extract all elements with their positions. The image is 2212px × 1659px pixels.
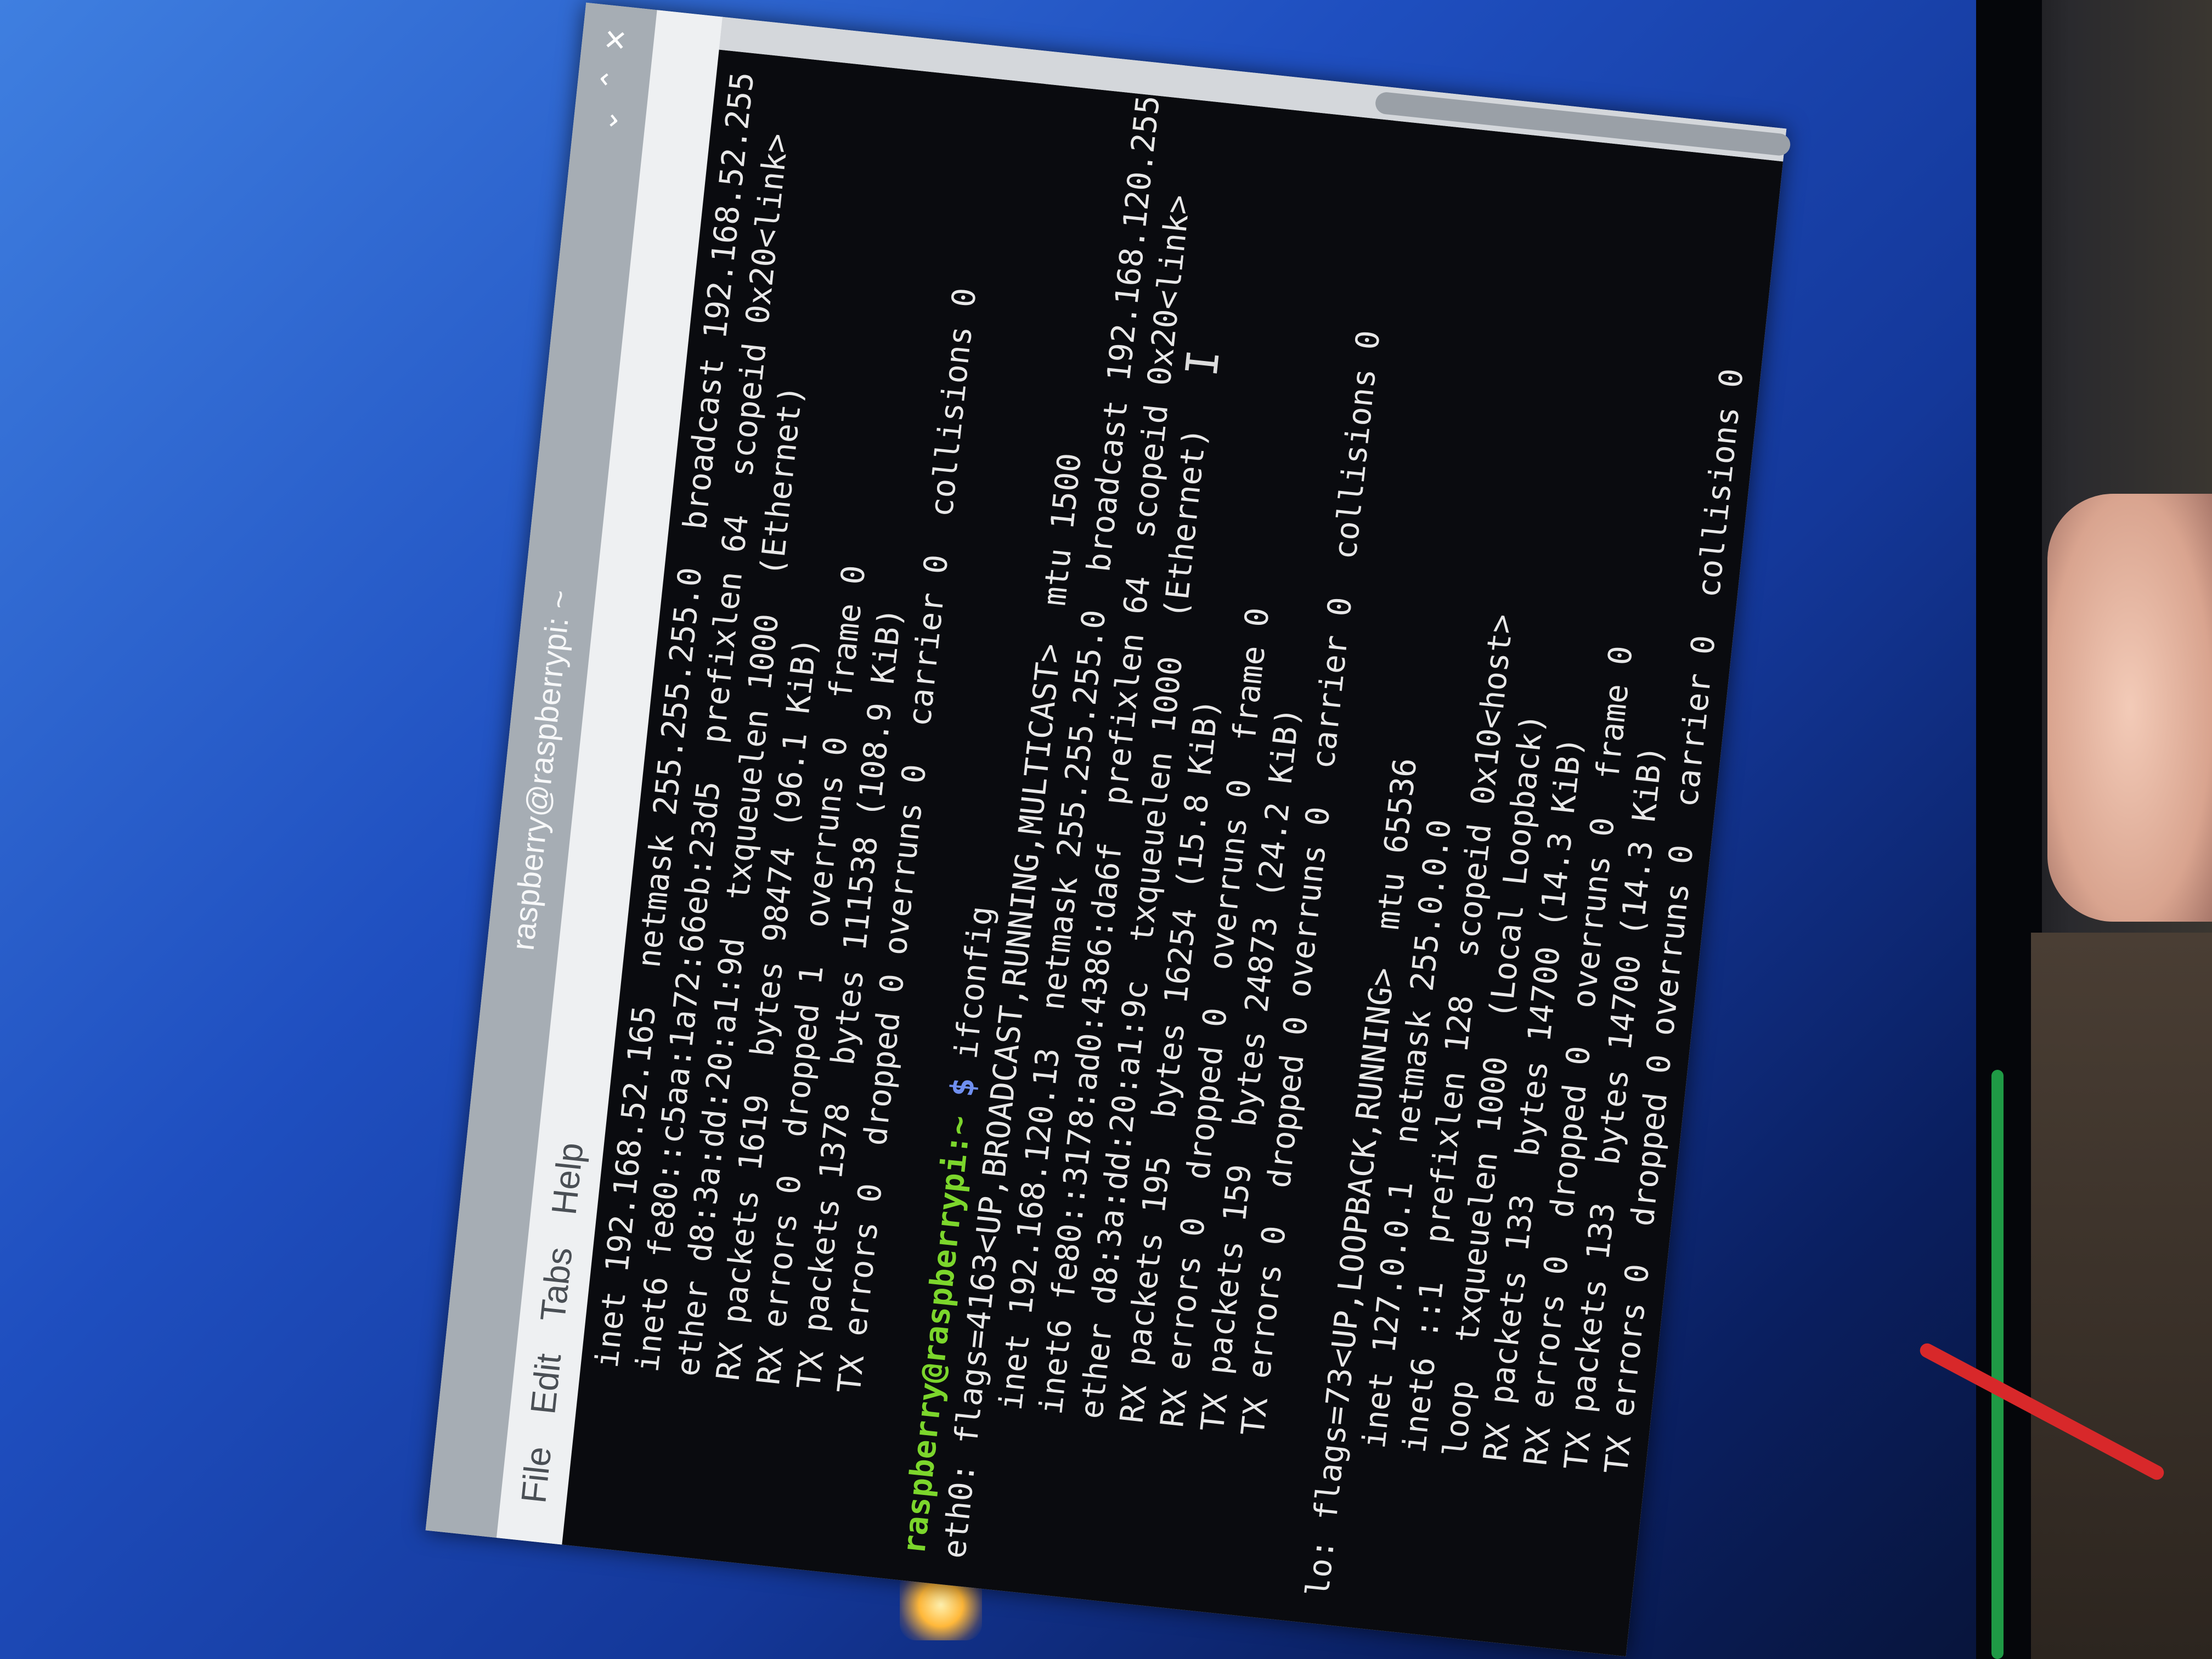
window-controls: ⌄ ⌃ ✕ <box>590 26 634 134</box>
prompt-path: :~ <box>936 1114 978 1156</box>
menu-edit[interactable]: Edit <box>522 1352 569 1416</box>
output-line: ether d8:3a:dd:20:a1:9d txqueuelen 1000 … <box>1781 178 1783 1650</box>
menu-tabs[interactable]: Tabs <box>532 1245 580 1323</box>
menu-help[interactable]: Help <box>543 1141 591 1217</box>
green-cable <box>1991 1070 2004 1659</box>
prompt-dollar: $ <box>941 1057 984 1118</box>
desk-surface <box>2031 933 2212 1659</box>
terminal-output[interactable]: inet 192.168.52.165 netmask 255.255.255.… <box>562 49 1784 1657</box>
text-cursor-ibeam-icon: I <box>1176 347 1230 379</box>
terminal-window-rotated: raspberry@raspberrypi: ~ ⌄ ⌃ ✕ File Edit… <box>425 2 1792 1657</box>
minimize-icon[interactable]: ⌄ <box>590 106 625 134</box>
pink-object <box>2047 494 2212 922</box>
close-icon[interactable]: ✕ <box>599 26 634 54</box>
terminal-window: raspberry@raspberrypi: ~ ⌄ ⌃ ✕ File Edit… <box>425 2 1792 1657</box>
menu-file[interactable]: File <box>513 1444 559 1505</box>
maximize-icon[interactable]: ⌃ <box>595 66 630 94</box>
